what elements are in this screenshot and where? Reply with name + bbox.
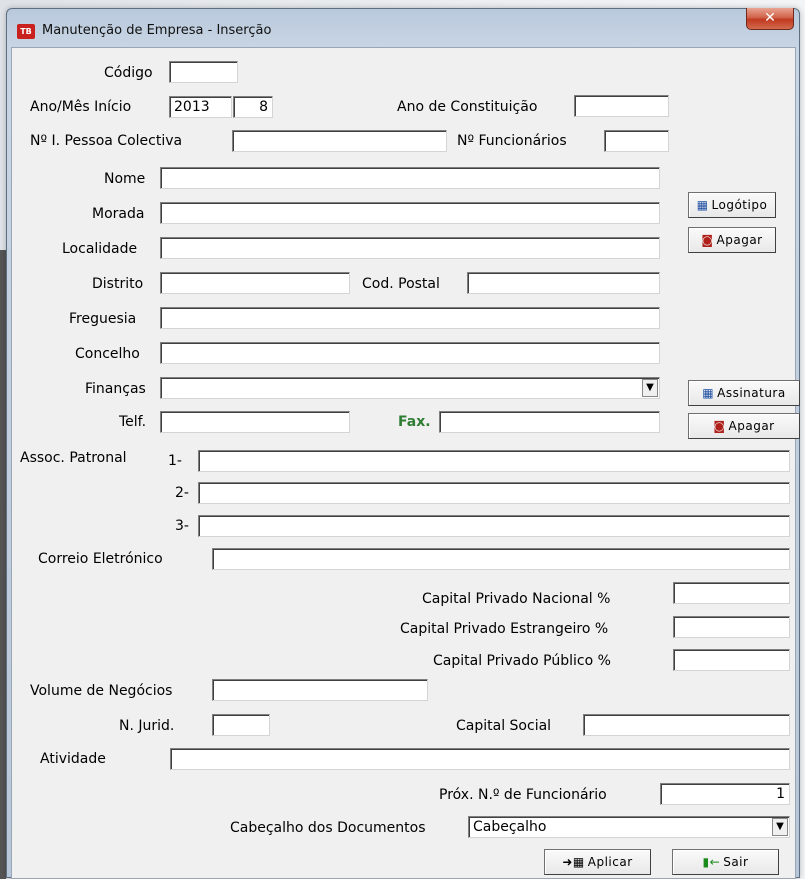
- film-icon: ▦: [702, 386, 715, 400]
- cod-postal-field[interactable]: [467, 272, 660, 294]
- prox-funcionario-field[interactable]: 1: [660, 783, 790, 805]
- app-icon: TB: [17, 24, 35, 39]
- codigo-field[interactable]: [169, 61, 238, 83]
- label-assoc-2: 2-: [175, 485, 189, 501]
- apagar-assinatura-button[interactable]: ◙ Apagar: [688, 413, 800, 439]
- form-area: Código Ano/Mês Início 2013 8 Ano de Cons…: [11, 47, 800, 879]
- sair-label: Sair: [723, 855, 749, 869]
- window-title: Manutenção de Empresa - Inserção: [42, 23, 272, 38]
- camera-delete-icon: ◙: [701, 233, 714, 247]
- exit-door-icon: ▮←: [702, 855, 721, 869]
- label-localidade: Localidade: [62, 241, 138, 257]
- label-correio: Correio Eletrónico: [38, 551, 163, 567]
- atividade-field[interactable]: [170, 748, 790, 770]
- label-capital-social: Capital Social: [456, 718, 552, 734]
- label-num-funcionarios: Nº Funcionários: [457, 133, 567, 149]
- close-button[interactable]: ✕: [746, 8, 794, 30]
- logotipo-label: Logótipo: [711, 198, 768, 212]
- volume-negocios-field[interactable]: [212, 679, 428, 701]
- label-concelho: Concelho: [75, 346, 140, 362]
- apply-icon: ➜▦: [562, 855, 585, 869]
- cabecalho-value: Cabeçalho: [473, 819, 547, 835]
- nipc-field[interactable]: [232, 130, 447, 152]
- label-financas: Finanças: [85, 381, 146, 397]
- assoc-patronal-3-field[interactable]: [198, 515, 790, 537]
- num-funcionarios-field[interactable]: [604, 130, 669, 152]
- correio-field[interactable]: [212, 548, 790, 570]
- apagar-assinatura-label: Apagar: [728, 419, 775, 433]
- aplicar-label: Aplicar: [587, 855, 633, 869]
- sair-button[interactable]: ▮← Sair: [672, 849, 779, 875]
- distrito-field[interactable]: [160, 272, 350, 294]
- chevron-down-icon[interactable]: ▼: [642, 379, 658, 397]
- label-morada: Morada: [92, 206, 145, 222]
- label-n-jurid: N. Jurid.: [119, 718, 175, 734]
- dialog-window: TB Manutenção de Empresa - Inserção ✕ Có…: [6, 8, 800, 879]
- label-telf: Telf.: [119, 414, 147, 430]
- telf-field[interactable]: [160, 411, 350, 433]
- label-assoc-3: 3-: [175, 518, 189, 534]
- freguesia-field[interactable]: [160, 307, 660, 329]
- title-bar[interactable]: TB Manutenção de Empresa - Inserção ✕: [7, 8, 799, 47]
- label-volume-negocios: Volume de Negócios: [30, 683, 173, 699]
- aplicar-button[interactable]: ➜▦ Aplicar: [544, 849, 651, 875]
- apagar-logotipo-button[interactable]: ◙ Apagar: [688, 227, 776, 253]
- label-cap-publico: Capital Privado Público %: [433, 653, 611, 669]
- mes-inicio-field[interactable]: 8: [233, 96, 273, 118]
- apagar-logotipo-label: Apagar: [716, 233, 763, 247]
- label-ano-mes-inicio: Ano/Mês Início: [30, 99, 132, 115]
- concelho-field[interactable]: [160, 342, 660, 364]
- label-ano-constituicao: Ano de Constituição: [397, 99, 538, 115]
- label-cod-postal: Cod. Postal: [362, 276, 440, 292]
- logotipo-button[interactable]: ▦ Logótipo: [688, 192, 776, 218]
- label-freguesia: Freguesia: [69, 311, 137, 327]
- ano-inicio-field[interactable]: 2013: [169, 96, 232, 118]
- capital-social-field[interactable]: [583, 714, 790, 736]
- nome-field[interactable]: [160, 167, 660, 189]
- cap-nacional-field[interactable]: [673, 582, 790, 604]
- chevron-down-icon[interactable]: ▼: [772, 818, 788, 836]
- cap-publico-field[interactable]: [673, 649, 790, 671]
- n-jurid-field[interactable]: [212, 714, 270, 736]
- label-assoc-1: 1-: [168, 453, 182, 469]
- camera-delete-icon: ◙: [713, 419, 726, 433]
- assinatura-button[interactable]: ▦ Assinatura: [688, 380, 800, 406]
- assoc-patronal-1-field[interactable]: [198, 450, 790, 472]
- film-icon: ▦: [696, 198, 709, 212]
- morada-field[interactable]: [160, 202, 660, 224]
- label-cap-estrangeiro: Capital Privado Estrangeiro %: [400, 621, 609, 637]
- label-assoc-patronal: Assoc. Patronal: [20, 450, 127, 466]
- assinatura-label: Assinatura: [717, 386, 786, 400]
- fax-field[interactable]: [439, 411, 660, 433]
- cabecalho-select[interactable]: Cabeçalho ▼: [468, 816, 790, 838]
- label-cap-nacional: Capital Privado Nacional %: [422, 591, 611, 607]
- label-prox-funcionario: Próx. N.º de Funcionário: [439, 787, 607, 803]
- assoc-patronal-2-field[interactable]: [198, 482, 790, 504]
- ano-constituicao-field[interactable]: [574, 95, 669, 117]
- label-fax: Fax.: [398, 414, 431, 430]
- label-atividade: Atividade: [40, 751, 106, 767]
- localidade-field[interactable]: [160, 237, 660, 259]
- label-nome: Nome: [104, 171, 146, 187]
- financas-select[interactable]: ▼: [160, 377, 660, 399]
- label-nipc: Nº I. Pessoa Colectiva: [30, 133, 183, 149]
- label-distrito: Distrito: [92, 276, 144, 292]
- label-cabecalho: Cabeçalho dos Documentos: [230, 820, 426, 836]
- cap-estrangeiro-field[interactable]: [673, 616, 790, 638]
- label-codigo: Código: [104, 65, 153, 81]
